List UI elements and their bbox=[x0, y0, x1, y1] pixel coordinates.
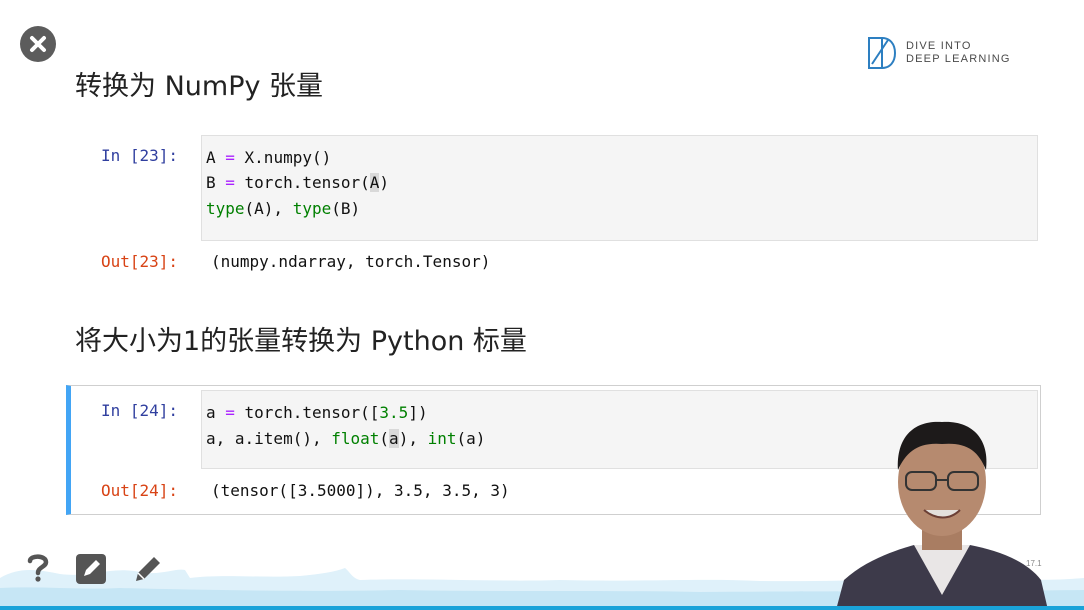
code-line: a = torch.tensor([3.5]) bbox=[206, 403, 428, 422]
book-logo-icon bbox=[868, 37, 897, 69]
help-button[interactable] bbox=[26, 552, 50, 586]
code-line: a, a.item(), float(a), int(a) bbox=[206, 429, 486, 448]
code-line: A = X.numpy() bbox=[206, 148, 332, 167]
edit-notes-button[interactable] bbox=[76, 554, 106, 588]
code-editor[interactable]: A = X.numpy() B = torch.tensor(A) type(A… bbox=[201, 135, 1038, 241]
matched-bracket-highlight: a bbox=[389, 429, 399, 448]
code-line: type(A), type(B) bbox=[206, 199, 361, 218]
code-line: B = torch.tensor(A) bbox=[206, 173, 390, 192]
close-slide-button[interactable] bbox=[20, 26, 56, 62]
cell-output: (numpy.ndarray, torch.Tensor) bbox=[211, 252, 491, 271]
draw-button[interactable] bbox=[132, 553, 164, 589]
slide-progress-bar bbox=[0, 606, 1084, 610]
d2l-logo: DIVE INTO DEEP LEARNING bbox=[866, 34, 1011, 72]
matched-bracket-highlight: A bbox=[369, 173, 380, 192]
close-icon bbox=[30, 36, 46, 52]
out-prompt: Out[23]: bbox=[101, 252, 179, 271]
in-prompt: In [23]: bbox=[101, 146, 179, 165]
out-prompt: Out[24]: bbox=[101, 481, 179, 500]
question-mark-icon bbox=[27, 554, 49, 582]
presenter-video bbox=[836, 421, 1048, 610]
cell-output: (tensor([3.5000]), 3.5, 3.5, 3) bbox=[211, 481, 510, 500]
section-heading-scalar: 将大小为1的张量转换为 Python 标量 bbox=[75, 326, 527, 357]
logo-line1: DIVE INTO bbox=[906, 40, 972, 52]
section-heading-numpy: 转换为 NumPy 张量 bbox=[75, 71, 324, 102]
in-prompt: In [24]: bbox=[101, 401, 179, 420]
edit-square-icon bbox=[76, 554, 106, 584]
slide-number: 17.1 bbox=[1026, 559, 1042, 568]
pencil-icon bbox=[136, 557, 160, 581]
logo-line2: DEEP LEARNING bbox=[906, 53, 1011, 65]
